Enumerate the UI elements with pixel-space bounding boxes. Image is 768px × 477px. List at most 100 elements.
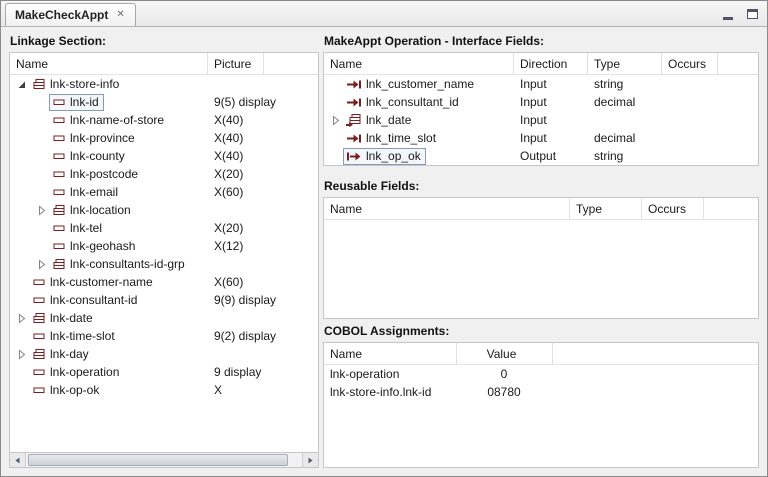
tree-indent <box>34 95 49 109</box>
linkage-row[interactable]: lnk-id9(5) display <box>10 93 318 111</box>
column-header-name[interactable]: Name <box>324 53 514 74</box>
interface-field-row[interactable]: lnk_customer_nameInputstring <box>324 75 758 93</box>
interface-field-row[interactable]: lnk_dateInput <box>324 111 758 129</box>
linkage-row[interactable]: lnk-telX(20) <box>10 219 318 237</box>
tree-expander-collapsed-icon[interactable] <box>14 311 29 325</box>
tree-expander-collapsed-icon[interactable] <box>328 113 343 127</box>
tree-item[interactable]: lnk-postcode <box>49 166 143 183</box>
tab-close-icon[interactable]: ✕ <box>114 9 126 21</box>
tree-item[interactable]: lnk_consultant_id <box>343 94 464 111</box>
tree-item[interactable]: lnk-county <box>49 148 130 165</box>
tree-item[interactable]: lnk_op_ok <box>343 148 426 165</box>
name-cell: lnk_date <box>324 112 514 129</box>
tree-item[interactable]: lnk-day <box>29 346 94 363</box>
linkage-row[interactable]: lnk-customer-nameX(60) <box>10 273 318 291</box>
linkage-row[interactable]: lnk-name-of-storeX(40) <box>10 111 318 129</box>
tree-expander-collapsed-icon[interactable] <box>34 203 49 217</box>
tree-item[interactable]: lnk-store-info <box>29 76 124 93</box>
column-header-type[interactable]: Type <box>588 53 662 74</box>
tree-item[interactable]: lnk-tel <box>49 220 107 237</box>
tree-item[interactable]: lnk-time-slot <box>29 328 120 345</box>
linkage-row[interactable]: lnk-time-slot9(2) display <box>10 327 318 345</box>
linkage-row[interactable]: lnk-day <box>10 345 318 363</box>
item-label: lnk_customer_name <box>366 77 474 91</box>
interface-field-row[interactable]: lnk_consultant_idInputdecimal <box>324 93 758 111</box>
tree-expander-collapsed-icon[interactable] <box>14 347 29 361</box>
tree-item[interactable]: lnk-customer-name <box>29 274 158 291</box>
tree-item[interactable]: lnk-date <box>29 310 98 327</box>
interface-fields-title: MakeAppt Operation - Interface Fields: <box>323 31 759 52</box>
tree-item[interactable]: lnk-province <box>49 130 140 147</box>
linkage-row[interactable]: lnk-location <box>10 201 318 219</box>
cobol-assignment-row[interactable]: lnk-store-info.lnk-id08780 <box>324 383 758 401</box>
item-label: lnk-county <box>70 149 125 163</box>
tree-item[interactable]: lnk_date <box>343 112 416 129</box>
linkage-row[interactable]: lnk-store-info <box>10 75 318 93</box>
tree-item[interactable]: lnk_customer_name <box>343 76 479 93</box>
column-header-type[interactable]: Type <box>570 198 642 219</box>
interface-table-body: lnk_customer_nameInputstringlnk_consulta… <box>324 75 758 165</box>
horizontal-scrollbar[interactable] <box>10 452 318 467</box>
tree-item[interactable]: lnk-operation <box>29 364 124 381</box>
interface-field-row[interactable]: lnk_op_okOutputstring <box>324 147 758 165</box>
tree-item[interactable]: lnk-id <box>49 94 104 111</box>
linkage-row[interactable]: lnk-date <box>10 309 318 327</box>
column-header-name[interactable]: Name <box>324 198 570 219</box>
scrollbar-track[interactable] <box>26 453 302 467</box>
column-header-picture[interactable]: Picture <box>208 53 264 74</box>
scroll-left-button[interactable] <box>10 453 26 467</box>
scroll-right-button[interactable] <box>302 453 318 467</box>
tree-indent <box>14 365 29 379</box>
name-cell: lnk-province <box>10 130 208 147</box>
tree-item[interactable]: lnk-consultant-id <box>29 292 142 309</box>
linkage-table-header: NamePicture <box>10 53 318 75</box>
maximize-icon <box>747 9 758 19</box>
minimize-button[interactable] <box>719 5 737 23</box>
column-header-name[interactable]: Name <box>324 343 457 364</box>
item-label: lnk-customer-name <box>50 275 153 289</box>
linkage-row[interactable]: lnk-geohashX(12) <box>10 237 318 255</box>
maximize-button[interactable] <box>743 5 761 23</box>
linkage-row[interactable]: lnk-consultant-id9(9) display <box>10 291 318 309</box>
cobol-assignment-row[interactable]: lnk-operation0 <box>324 365 758 383</box>
column-header-direction[interactable]: Direction <box>514 53 588 74</box>
column-header-value[interactable]: Value <box>457 343 553 364</box>
linkage-table: NamePicture lnk-store-info lnk-id9(5) dis… <box>9 52 319 468</box>
tree-item[interactable]: lnk-email <box>49 184 123 201</box>
tree-item[interactable]: lnk-geohash <box>49 238 140 255</box>
linkage-row[interactable]: lnk-emailX(60) <box>10 183 318 201</box>
direction-cell: Input <box>514 131 588 145</box>
tree-expander-collapsed-icon[interactable] <box>34 257 49 271</box>
reusable-fields-title: Reusable Fields: <box>323 176 759 197</box>
name-cell: lnk-name-of-store <box>10 112 208 129</box>
linkage-row[interactable]: lnk-op-ok X <box>10 381 318 399</box>
field-icon <box>52 95 66 109</box>
linkage-row[interactable]: lnk-operation9 display <box>10 363 318 381</box>
tree-item[interactable]: lnk-consultants-id-grp <box>49 256 190 273</box>
column-header-occurs[interactable]: Occurs <box>642 198 704 219</box>
linkage-row[interactable]: lnk-postcodeX(20) <box>10 165 318 183</box>
column-header-filler <box>718 53 758 74</box>
tree-item[interactable]: lnk-location <box>49 202 136 219</box>
picture-cell: X <box>208 383 318 397</box>
interface-field-row[interactable]: lnk_time_slotInputdecimal <box>324 129 758 147</box>
linkage-row[interactable]: lnk-countyX(40) <box>10 147 318 165</box>
column-header-occurs[interactable]: Occurs <box>662 53 718 74</box>
tree-indent <box>328 77 343 91</box>
record-icon <box>52 203 66 217</box>
name-cell: lnk-customer-name <box>10 274 208 291</box>
direction-cell: Output <box>514 149 588 163</box>
tree-item[interactable]: lnk_time_slot <box>343 130 441 147</box>
linkage-row[interactable]: lnk-consultants-id-grp <box>10 255 318 273</box>
tree-expander-expanded-icon[interactable] <box>14 77 29 91</box>
cobol-table-body: lnk-operation0lnk-store-info.lnk-id08780 <box>324 365 758 467</box>
cobol-assignments-table: NameValue lnk-operation0lnk-store-info.l… <box>323 342 759 468</box>
tree-item[interactable]: lnk-name-of-store <box>49 112 169 129</box>
item-label: lnk-store-info <box>50 77 119 91</box>
name-cell: lnk-store-info <box>10 76 208 93</box>
scrollbar-thumb[interactable] <box>28 454 288 466</box>
linkage-row[interactable]: lnk-provinceX(40) <box>10 129 318 147</box>
column-header-name[interactable]: Name <box>10 53 208 74</box>
tree-item[interactable]: lnk-op-ok <box>29 382 104 399</box>
tab-makecheckappt[interactable]: MakeCheckAppt ✕ <box>5 3 136 26</box>
